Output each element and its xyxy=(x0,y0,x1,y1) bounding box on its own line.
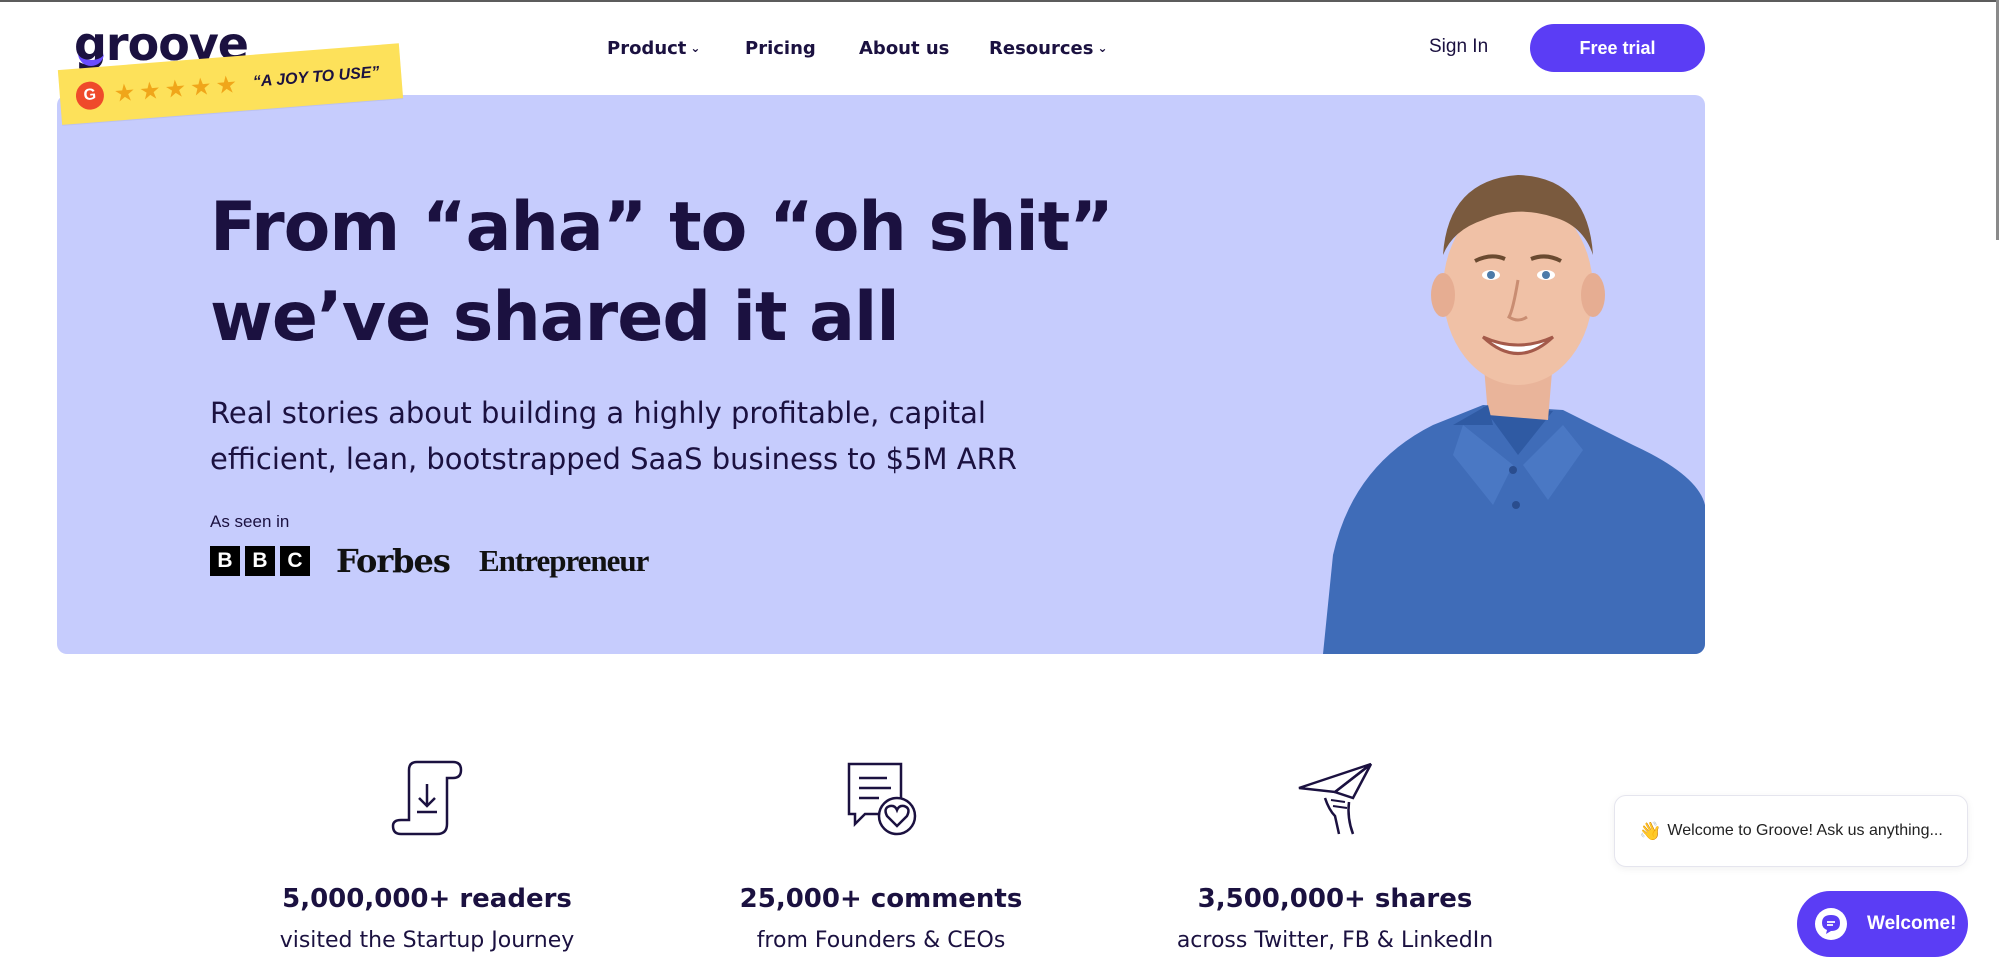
nav-product[interactable]: Product ⌄ xyxy=(607,36,700,60)
hero-subtitle-line2: efficient, lean, bootstrapped SaaS busin… xyxy=(210,442,1017,476)
nav-about-us[interactable]: About us xyxy=(859,36,949,60)
sign-in-link[interactable]: Sign In xyxy=(1429,36,1488,58)
chat-greeting-bubble[interactable]: 👋 Welcome to Groove! Ask us anything... xyxy=(1614,795,1968,867)
chat-greeting-text: Welcome to Groove! Ask us anything... xyxy=(1667,822,1943,839)
star-icon: ★ xyxy=(214,69,239,100)
stat-label: from Founders & CEOs xyxy=(756,928,1006,953)
chevron-down-icon: ⌄ xyxy=(1097,41,1108,55)
hero-subtitle-line1: Real stories about building a highly pro… xyxy=(210,396,986,430)
hero-subtitle: Real stories about building a highly pro… xyxy=(210,390,1090,482)
download-scroll-icon xyxy=(391,760,463,836)
chevron-down-icon: ⌄ xyxy=(690,41,701,55)
stat-value: 25,000+ comments xyxy=(739,884,1023,914)
stat-value: 3,500,000+ shares xyxy=(1197,884,1473,914)
comment-heart-icon xyxy=(847,762,917,836)
wave-hand-icon: 👋 xyxy=(1639,820,1662,841)
stat-comments: 25,000+ comments from Founders & CEOs xyxy=(671,758,1091,953)
hero-title-line1: From “aha” to “oh shit” xyxy=(210,188,1114,267)
nav-product-label: Product xyxy=(607,37,687,59)
stat-readers: 5,000,000+ readers visited the Startup J… xyxy=(217,758,637,953)
entrepreneur-logo: Entrepreneur xyxy=(479,543,649,578)
star-icon: ★ xyxy=(163,73,188,104)
paper-plane-hand-icon xyxy=(1298,762,1373,835)
bbc-logo: B B C xyxy=(210,546,310,576)
nav-pricing-label: Pricing xyxy=(745,37,816,59)
stat-value: 5,000,000+ readers xyxy=(282,884,572,914)
star-icon: ★ xyxy=(189,71,213,102)
stat-label: visited the Startup Journey xyxy=(279,928,575,953)
founder-photo xyxy=(1323,175,1705,654)
chat-launcher-button[interactable]: Welcome! xyxy=(1797,891,1968,957)
free-trial-button[interactable]: Free trial xyxy=(1530,24,1705,72)
bbc-letter: C xyxy=(280,546,310,576)
chat-icon xyxy=(1815,908,1847,940)
chat-launcher-label: Welcome! xyxy=(1867,913,1957,934)
nav-about-label: About us xyxy=(859,37,950,59)
stat-label: across Twitter, FB & LinkedIn xyxy=(1176,928,1494,953)
g2-badge-icon: G xyxy=(74,80,105,111)
star-icon: ★ xyxy=(112,77,137,108)
hero-banner: From “aha” to “oh shit” we’ve shared it … xyxy=(57,95,1705,654)
bbc-letter: B xyxy=(245,546,275,576)
bbc-letter: B xyxy=(210,546,240,576)
nav-pricing[interactable]: Pricing xyxy=(745,36,816,60)
star-icon: ★ xyxy=(138,75,162,106)
nav-resources[interactable]: Resources ⌄ xyxy=(989,36,1108,60)
rating-quote: “A JOY TO USE” xyxy=(252,63,381,91)
as-seen-in-label: As seen in xyxy=(210,512,290,531)
hero-title: From “aha” to “oh shit” we’ve shared it … xyxy=(210,183,1210,363)
stat-shares: 3,500,000+ shares across Twitter, FB & L… xyxy=(1125,758,1545,953)
top-border xyxy=(0,0,1999,2)
nav-resources-label: Resources xyxy=(989,37,1094,59)
hero-title-line2: we’ve shared it all xyxy=(210,278,900,357)
forbes-logo: Forbes xyxy=(336,542,451,580)
